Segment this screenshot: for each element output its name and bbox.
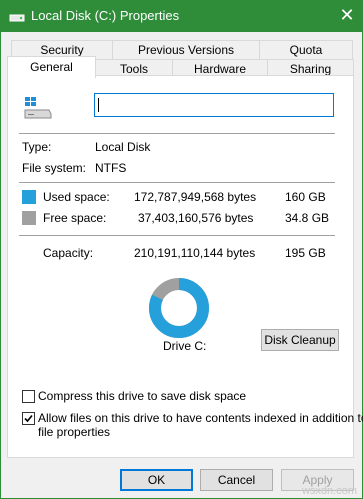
compress-checkbox[interactable] [22,390,35,403]
free-space-label: Free space: [43,211,107,225]
index-label-line2: file properties [38,425,111,439]
used-space-bytes: 172,787,949,568 bytes [134,190,257,204]
ok-button[interactable]: OK [120,469,193,491]
tab-previous-versions[interactable]: Previous Versions [112,40,260,59]
text-caret [98,98,99,112]
windows-drive-icon [24,97,52,119]
tab-label: Quota [289,43,323,57]
close-button[interactable]: ✕ [331,0,363,32]
drive-label: Drive C: [163,339,207,353]
free-space-bytes: 37,403,160,576 bytes [138,211,254,225]
disk-cleanup-button[interactable]: Disk Cleanup [261,329,339,351]
file-system-value: NTFS [95,161,127,175]
used-space-size: 160 GB [285,190,326,204]
used-space-swatch [22,190,36,204]
checkmark-icon [24,414,33,423]
free-space-swatch [22,211,36,225]
index-label-line1: Allow files on this drive to have conten… [38,411,363,425]
window-title: Local Disk (C:) Properties [31,8,180,23]
capacity-size: 195 GB [285,246,326,260]
title-bar: Local Disk (C:) Properties ✕ [0,0,363,32]
divider [19,133,335,134]
tab-label: Security [40,43,84,57]
drive-name-input[interactable] [94,93,334,117]
ok-label: OK [147,473,166,487]
disk-usage-ring [149,278,209,338]
disk-cleanup-label: Disk Cleanup [264,333,336,347]
watermark-text: wsxdn.com [301,485,357,497]
type-label: Type: [22,140,52,154]
capacity-bytes: 210,191,110,144 bytes [134,246,256,260]
used-space-label: Used space: [43,190,110,204]
tab-quota[interactable]: Quota [259,40,353,59]
drive-icon [9,14,25,22]
tab-label: Sharing [289,62,332,76]
close-icon: ✕ [339,5,355,25]
file-system-label: File system: [22,161,87,175]
type-value: Local Disk [95,140,151,154]
divider [19,235,335,236]
tab-label: Tools [119,62,148,76]
compress-label: Compress this drive to save disk space [38,389,247,403]
capacity-label: Capacity: [43,246,94,260]
index-checkbox[interactable] [22,412,35,425]
tab-label: General [30,60,73,74]
tab-general[interactable]: General [7,56,96,78]
tab-label: Previous Versions [137,43,235,57]
tab-label: Hardware [193,62,247,76]
free-space-size: 34.8 GB [285,211,330,225]
cancel-label: Cancel [217,473,256,487]
divider [19,182,335,183]
cancel-button[interactable]: Cancel [200,469,273,491]
